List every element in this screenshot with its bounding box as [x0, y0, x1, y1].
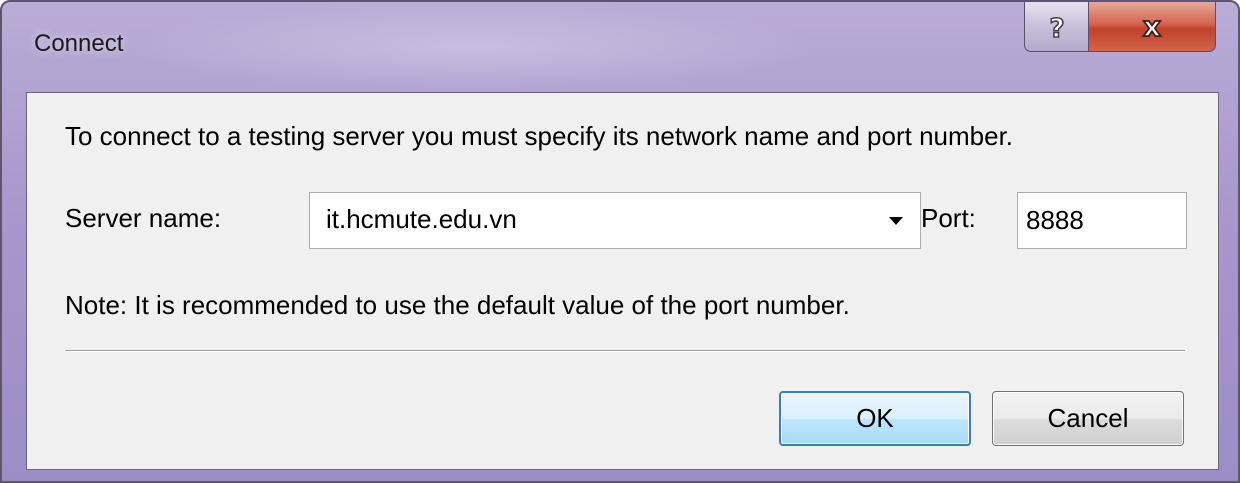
- title-bar[interactable]: Connect ? x: [2, 2, 1238, 92]
- dropdown-button[interactable]: [872, 193, 920, 248]
- connect-dialog-window: Connect ? x To connect to a testing serv…: [0, 0, 1240, 483]
- server-name-combobox[interactable]: it.hcmute.edu.vn: [309, 192, 921, 249]
- port-input[interactable]: [1017, 192, 1187, 249]
- svg-text:x: x: [1143, 12, 1161, 42]
- server-name-label: Server name:: [65, 203, 222, 233]
- note-text: Note: It is recommended to use the defau…: [65, 290, 850, 320]
- close-icon: x: [1142, 12, 1162, 42]
- server-name-value: it.hcmute.edu.vn: [326, 204, 517, 234]
- close-button[interactable]: x: [1088, 2, 1216, 52]
- dialog-client-area: To connect to a testing server you must …: [26, 92, 1219, 470]
- cancel-button[interactable]: Cancel: [992, 391, 1184, 446]
- help-icon: ?: [1048, 13, 1065, 42]
- caption-buttons: ? x: [1024, 2, 1216, 52]
- instruction-text: To connect to a testing server you must …: [65, 121, 1014, 151]
- window-title: Connect: [34, 30, 124, 57]
- ok-button[interactable]: OK: [779, 391, 971, 446]
- port-label: Port:: [921, 203, 976, 233]
- chevron-down-icon: [889, 216, 903, 225]
- svg-text:?: ?: [1049, 14, 1064, 42]
- help-button[interactable]: ?: [1024, 2, 1088, 52]
- separator-line: [65, 350, 1185, 352]
